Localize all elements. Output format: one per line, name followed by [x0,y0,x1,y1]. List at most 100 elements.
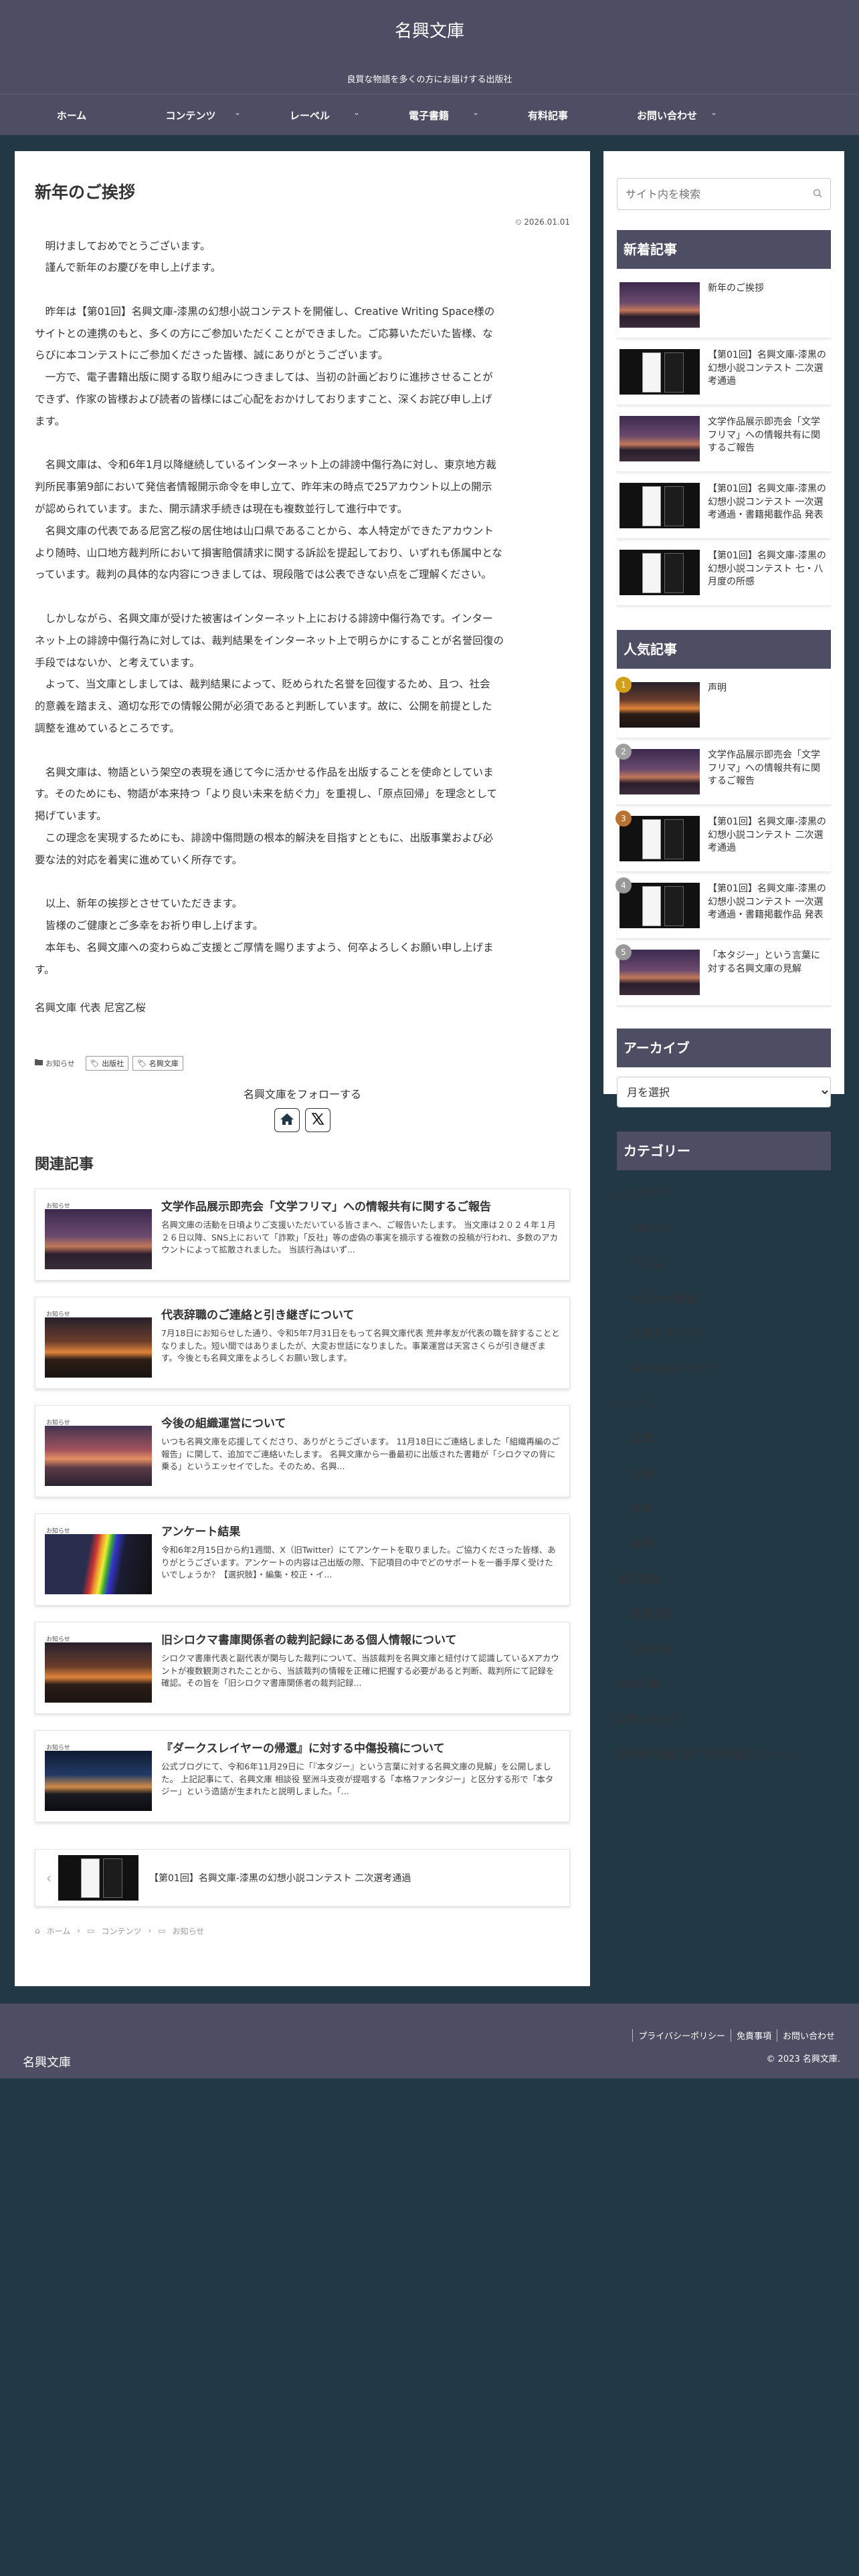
tag-label: 出版社 [102,1059,124,1068]
related-card[interactable]: お知らせ 『ダークスレイヤーの帰還』に対する中傷投稿について 公式ブログにて、令和6… [35,1729,570,1822]
footer-links: プライバシーポリシー 免責事項 お問い合わせ [632,2029,840,2042]
search-icon[interactable] [813,188,822,201]
recent-posts: 新年のご挨拶【第01回】名興文庫-漆黒の幻想小説コンテスト 二次選考通過 文学作品… [617,278,831,606]
footer-logo[interactable]: 名興文庫 [23,2053,71,2070]
related-title: 文学作品展示即売会「文学フリマ」への情報共有に関するご報告 [161,1200,491,1214]
post-title: 【第01回】名興文庫-漆黒の幻想小説コンテスト 七・八月度の所感 [708,550,826,588]
nav-item[interactable]: 有料記事 [488,94,607,136]
popular-heading: 人気記事 [617,630,831,669]
nav-item[interactable]: 電子書籍 ⌄ [369,94,488,136]
body-line: 以上、新年の挨拶とさせていただきます。 [35,897,243,910]
post-thumbnail [619,282,700,328]
category-item[interactable]: コラム [617,1246,831,1281]
related-card[interactable]: お知らせ 今後の組織運営について いつも名興文庫を応援してくださり、ありがとうござい… [35,1404,570,1497]
folder-icon: ▭ [87,1926,95,1936]
category-item[interactable]: 持ち込みについて [617,1352,831,1387]
related-text: 代表辞職のご連絡と引き継ぎについて 7月18日にお知らせした通り、令和5年7月31… [161,1308,560,1378]
popular-post[interactable]: 1 声明 [615,677,831,738]
category-item[interactable]: レーベル [617,1386,831,1422]
recent-post[interactable]: 【第01回】名興文庫-漆黒の幻想小説コンテスト 七・八月度の所感 [617,546,831,606]
x-follow-button[interactable] [305,1107,330,1132]
footer-link-disclaimer[interactable]: 免責事項 [730,2029,777,2042]
search-input[interactable] [626,187,799,201]
category-item[interactable]: 有料記事 [617,1667,831,1703]
popular-post[interactable]: 2 文学作品展示即売会「文学フリマ」への情報共有に関するご報告 [615,744,831,805]
archive-heading: アーカイブ [617,1029,831,1067]
site-footer: プライバシーポリシー 免責事項 お問い合わせ © 2023 名興文庫. 名興文庫 [0,2004,859,2078]
tag-icon: 🏷 [137,1059,147,1068]
tag-link[interactable]: 🏷 名興文庫 [132,1055,183,1071]
related-title: アンケート結果 [161,1525,241,1539]
category-link[interactable]: お知らせ [35,1058,75,1069]
category-item[interactable]: お問い合わせ [617,1703,831,1738]
related-card[interactable]: お知らせ 代表辞職のご連絡と引き継ぎについて 7月18日にお知らせした通り、令和5年… [35,1296,570,1389]
chevron-down-icon: ⌄ [472,108,479,117]
tag-label: 名興文庫 [149,1059,179,1068]
global-nav: ホーム コンテンツ ⌄ レーベル ⌄ 電子書籍 ⌄ 有料記事 お問い合わせ ⌄ [0,94,859,135]
category-item[interactable]: 電子書籍 [617,1562,831,1598]
category-item[interactable]: 出版までの流れ [617,1316,831,1352]
tag-link[interactable]: 🏷 出版社 [85,1055,129,1071]
home-icon [280,1112,294,1128]
nav-item[interactable]: ホーム [12,94,131,136]
related-card[interactable]: お知らせ 文学作品展示即売会「文学フリマ」への情報共有に関するご報告 名興文庫の活動… [35,1188,570,1281]
category-item[interactable]: 瑠璃 [617,1527,831,1562]
recent-post[interactable]: 【第01回】名興文庫-漆黒の幻想小説コンテスト 二次選考通過 [617,345,831,405]
category-item[interactable]: YouTube動画 [617,1281,831,1317]
related-thumbnail: お知らせ [45,1311,152,1378]
breadcrumb-contents[interactable]: コンテンツ [101,1925,141,1937]
related-snippet: シロクマ書庫代表と副代表が関与した裁判について、当該裁判を名興文庫と紐付けて認識… [161,1653,559,1688]
post-title: 【第01回】名興文庫-漆黒の幻想小説コンテスト 二次選考通過 [708,350,826,387]
popular-post[interactable]: 4 【第01回】名興文庫-漆黒の幻想小説コンテスト 一次選考通過・書籍掲載作品 発… [615,877,831,939]
chevron-right-icon: › [77,1926,81,1936]
post-thumbnail [619,483,700,528]
rank-badge: 3 [615,811,632,827]
site-logo[interactable]: 名興文庫 [0,17,859,42]
body-line [35,871,570,893]
category-badge: お知らせ [46,1527,70,1535]
related-card[interactable]: お知らせ 旧シロクマ書庫関係者の裁判記録にある個人情報について シロクマ書庫代表と副… [35,1621,570,1714]
category-item[interactable]: コンテンツ [617,1176,831,1211]
recent-post[interactable]: 【第01回】名興文庫-漆黒の幻想小説コンテスト 一次選考通過・書籍掲載作品 発表 [617,479,831,539]
recent-post[interactable]: 新年のご挨拶 [617,278,831,338]
category-item[interactable]: 翡翠 [617,1492,831,1527]
post-thumbnail [619,349,700,395]
clock-icon: ⏲ [515,217,522,227]
related-title: 代表辞職のご連絡と引き継ぎについて [161,1308,355,1322]
popular-post[interactable]: 3 【第01回】名興文庫-漆黒の幻想小説コンテスト 二次選考通過 [615,811,831,872]
body-line [35,586,570,608]
nav-item[interactable]: お問い合わせ ⌄ [607,94,727,136]
popular-post[interactable]: 5 「本タジー」という言葉に対する名興文庫の見解 [615,944,831,1006]
category-item[interactable]: 漆黒 [617,1422,831,1457]
prev-post-link[interactable]: ‹ 【第01回】名興文庫-漆黒の幻想小説コンテスト 二次選考通過 [35,1848,570,1907]
x-icon [311,1112,324,1128]
chevron-down-icon: ⌄ [710,108,717,117]
article-meta: お知らせ 🏷 出版社 🏷 名興文庫 [35,1055,570,1071]
rank-badge: 2 [615,744,632,760]
home-icon: ⌂ [35,1926,40,1936]
nav-item[interactable]: レーベル ⌄ [250,94,369,136]
nav-item-label: 電子書籍 [408,109,449,122]
category-item[interactable]: 紅梅 [617,1457,831,1492]
related-card[interactable]: お知らせ アンケート結果 令和6年2月15日から約1週間、X（旧Twitter）にて… [35,1513,570,1606]
related-thumbnail: お知らせ [45,1203,152,1269]
nav-item[interactable]: コンテンツ ⌄ [131,94,250,136]
post-title: 文学作品展示即売会「文学フリマ」への情報共有に関するご報告 [708,417,820,454]
archive-select[interactable]: 月を選択 [617,1077,831,1107]
category-item[interactable]: 有料創作論に関する情報提供フォーム [617,1737,831,1773]
breadcrumb-home[interactable]: ホーム [47,1925,71,1937]
breadcrumb-news[interactable]: お知らせ [173,1925,205,1937]
footer-link-privacy[interactable]: プライバシーポリシー [632,2029,731,2042]
related-title: 今後の組織運営について [161,1416,286,1430]
home-follow-button[interactable] [274,1107,300,1132]
post-thumbnail [619,682,700,728]
body-line: この理念を実現するためにも、誹謗中傷問題の根本的解決を目指すとともに、出版事業お… [35,832,494,845]
category-item[interactable]: お知らせ [617,1211,831,1247]
category-item[interactable]: 漆黒作品 [617,1597,831,1632]
category-item[interactable]: 紅梅作品 [617,1632,831,1668]
recent-post[interactable]: 文学作品展示即売会「文学フリマ」への情報共有に関するご報告 [617,412,831,472]
body-line: らびに本コンテストにご参加くださった皆様、誠にありがとうございます。 [35,349,389,362]
body-line: 要な法的対応を着実に進めていく所存です。 [35,853,243,866]
footer-link-contact[interactable]: お問い合わせ [776,2029,840,2042]
post-date: ⏲ 2026.01.01 [35,217,570,227]
